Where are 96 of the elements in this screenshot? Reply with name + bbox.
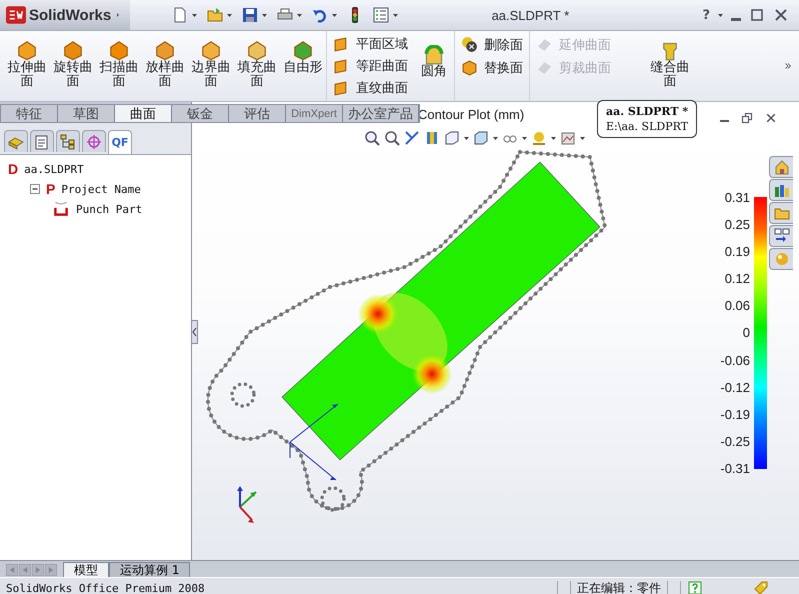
- surface-icon: [292, 39, 314, 61]
- tab[interactable]: 草图: [58, 105, 115, 122]
- tab[interactable]: 运动算例 1: [109, 562, 190, 577]
- app-logo[interactable]: SolidWorks: [0, 0, 130, 30]
- panel-tab[interactable]: [82, 130, 106, 152]
- panel-tab[interactable]: [4, 130, 28, 152]
- panel-tab[interactable]: QF: [108, 130, 132, 154]
- checklist-icon: [373, 7, 390, 23]
- ribbon-button[interactable]: 删除面: [461, 36, 523, 54]
- caret-icon[interactable]: [493, 136, 498, 140]
- save-icon: [242, 7, 258, 23]
- caret-icon[interactable]: [522, 136, 527, 140]
- panel-tab[interactable]: [56, 130, 80, 152]
- legend-label: 0.19: [724, 244, 750, 260]
- status-text: SolidWorks Office Premium 2008: [6, 582, 205, 594]
- app-name: SolidWorks: [29, 6, 112, 24]
- restore-icon: [741, 112, 753, 124]
- tab[interactable]: 特征: [1, 105, 58, 122]
- tree-structure-icon: [60, 134, 76, 150]
- minimize-icon[interactable]: [731, 18, 741, 20]
- legend-label: 0.25: [724, 217, 750, 232]
- help-button[interactable]: ?: [702, 8, 710, 22]
- caret-icon[interactable]: [718, 14, 723, 16]
- legend-label: 0.06: [724, 298, 750, 314]
- task-pane-tab[interactable]: [769, 179, 793, 201]
- new-document-icon: [172, 7, 188, 23]
- ribbon-button[interactable]: 自由形: [280, 31, 326, 101]
- ribbon-button[interactable]: 替换面: [461, 58, 523, 77]
- close-icon: [765, 112, 777, 124]
- tree-node-icon: D: [8, 161, 18, 177]
- surface-icon: [200, 39, 222, 61]
- logo-icon: [6, 5, 26, 25]
- zoom-fit-icon: [364, 130, 380, 146]
- legend-label: -0.31: [720, 460, 750, 476]
- legend-label: -0.06: [720, 352, 750, 368]
- punch-part-icon: [52, 200, 70, 218]
- task-pane-tab[interactable]: [769, 156, 793, 178]
- fillet-button[interactable]: 圆角: [414, 31, 454, 101]
- ribbon-button[interactable]: 边界曲面: [188, 31, 234, 101]
- ribbon-button[interactable]: 扫描曲面: [96, 31, 142, 101]
- legend-label: 0.31: [724, 190, 750, 205]
- ribbon-button[interactable]: 放样曲面: [142, 31, 188, 101]
- caret-icon[interactable]: [227, 14, 232, 16]
- tab[interactable]: 评估: [229, 105, 286, 122]
- caret-icon[interactable]: [393, 14, 398, 16]
- tab[interactable]: 办公室产品: [343, 105, 419, 122]
- ribbon-button[interactable]: 拉伸曲面: [4, 31, 50, 101]
- tree-item[interactable]: Punch Part: [76, 202, 142, 216]
- collapse-icon[interactable]: [30, 184, 40, 194]
- tooltip-path: E:\aa. SLDPRT: [606, 120, 688, 133]
- tree-item[interactable]: aa.SLDPRT: [24, 162, 84, 176]
- open-folder-icon: [207, 7, 224, 23]
- undo-icon: [312, 7, 328, 23]
- tab[interactable]: 曲面: [115, 105, 172, 122]
- surface-icon: [154, 39, 176, 61]
- panel-tab[interactable]: [30, 130, 54, 152]
- task-pane-tab[interactable]: [769, 225, 793, 247]
- legend-label: -0.19: [720, 406, 750, 422]
- legend-label: -0.12: [720, 380, 750, 395]
- axis-triad-icon: [237, 486, 257, 523]
- surface-icon: [108, 39, 130, 61]
- legend-label: -0.25: [720, 434, 750, 449]
- tooltip-title: aa. SLDPRT *: [606, 104, 688, 119]
- ribbon-button[interactable]: 平面区域: [333, 35, 408, 53]
- knit-surface-button[interactable]: 缝合曲面: [648, 31, 692, 101]
- tree-node-icon: P: [46, 181, 56, 197]
- home-icon: [774, 159, 790, 175]
- tab[interactable]: 钣金: [172, 105, 229, 122]
- tab[interactable]: 模型: [63, 562, 109, 577]
- caret-icon[interactable]: [464, 136, 469, 140]
- task-pane-tab[interactable]: [769, 202, 793, 224]
- caret-icon[interactable]: [580, 136, 585, 140]
- maximize-icon: [749, 7, 765, 23]
- caret-icon[interactable]: [192, 14, 198, 16]
- surface-icon: [62, 39, 84, 61]
- clipboard-icon: [34, 134, 50, 150]
- ribbon-button[interactable]: 旋转曲面: [50, 31, 96, 101]
- surface-icon: [246, 39, 268, 61]
- caret-icon[interactable]: [332, 14, 338, 16]
- tree-item[interactable]: Project Name: [61, 182, 141, 196]
- caret-icon[interactable]: [551, 136, 556, 140]
- legend-label: 0.12: [724, 271, 750, 286]
- surface-icon: [16, 39, 38, 61]
- collapse-handle-icon[interactable]: [191, 320, 198, 344]
- zoom-area-icon: [384, 130, 400, 146]
- close-icon: [773, 7, 789, 23]
- ribbon-button[interactable]: 等距曲面: [333, 57, 408, 75]
- crosshair-icon: [86, 134, 102, 150]
- caret-icon[interactable]: [297, 14, 302, 16]
- sphere-icon: [774, 251, 790, 267]
- ribbon-button[interactable]: 填充曲面: [234, 31, 280, 101]
- ribbon-button[interactable]: 直纹曲面: [333, 79, 408, 97]
- legend-label: 0: [742, 325, 750, 340]
- status-mode: 正在编辑：零件: [577, 580, 661, 594]
- caret-icon[interactable]: [262, 14, 268, 16]
- window-title: aa.SLDPRT *: [490, 8, 570, 22]
